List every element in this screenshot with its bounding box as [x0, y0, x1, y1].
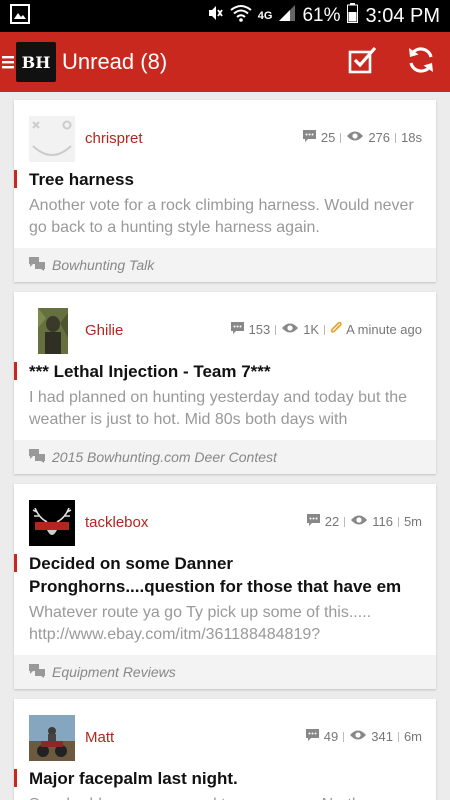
avatar[interactable]: [29, 500, 75, 546]
thread-stats: 22 116 5m: [306, 513, 422, 530]
forum-icon: [28, 256, 46, 274]
page-title: Unread (8): [62, 49, 168, 74]
avatar[interactable]: [38, 308, 68, 354]
views-icon: [281, 322, 299, 337]
replies-icon: [306, 513, 321, 530]
views-icon: [346, 130, 364, 145]
attachment-icon: [330, 321, 342, 338]
views-icon: [349, 729, 367, 744]
refresh-icon: [406, 45, 436, 80]
replies-icon: [305, 728, 320, 745]
thread-card[interactable]: Ghilie 153 1K A minute ago *** Lethal In…: [14, 292, 436, 474]
app-logo[interactable]: BH: [16, 42, 56, 82]
forum-name: 2015 Bowhunting.com Deer Contest: [52, 449, 277, 465]
reply-count: 25: [320, 130, 336, 145]
author-name[interactable]: tacklebox: [85, 514, 148, 531]
network-type: 4G: [257, 10, 273, 22]
wifi-icon: [230, 4, 252, 28]
reply-count: 22: [324, 514, 340, 529]
thread-stats: 153 1K A minute ago: [230, 321, 422, 338]
author-name[interactable]: Matt: [85, 729, 114, 746]
reply-count: 153: [248, 322, 271, 337]
thread-title[interactable]: *** Lethal Injection - Team 7***: [14, 360, 436, 383]
thread-title[interactable]: Tree harness: [14, 168, 436, 191]
author-name[interactable]: Ghilie: [85, 322, 123, 339]
checkbox-check-icon: [348, 45, 378, 80]
replies-icon: [230, 321, 245, 338]
thread-title-text: Decided on some Danner Pronghorns....que…: [29, 554, 402, 596]
forum-name: Bowhunting Talk: [52, 257, 155, 273]
app-bar: BH Unread (8): [0, 32, 450, 92]
view-count: 116: [372, 514, 393, 529]
menu-icon[interactable]: [0, 32, 14, 92]
thread-title-text: *** Lethal Injection - Team 7***: [29, 362, 271, 381]
avatar[interactable]: [29, 116, 75, 162]
thread-time: 5m: [403, 514, 422, 529]
forum-name: Equipment Reviews: [52, 664, 176, 680]
thread-time: A minute ago: [346, 322, 422, 337]
thread-stats: 25 276 18s: [302, 129, 422, 146]
mark-all-read-button[interactable]: [334, 32, 392, 92]
thread-preview: Another vote for a rock climbing harness…: [29, 197, 414, 236]
signal-icon: [278, 4, 296, 28]
thread-title[interactable]: Major facepalm last night.: [14, 767, 436, 790]
thread-time: 6m: [403, 729, 422, 744]
thread-card[interactable]: chrispret 25 276 18s Tree harness Anothe…: [14, 100, 436, 282]
battery-icon: [346, 3, 358, 29]
view-count: 1K: [303, 322, 320, 337]
thread-stats: 49 341 6m: [305, 728, 422, 745]
thread-card[interactable]: tacklebox 22 116 5m Decided on some Dann…: [14, 484, 436, 689]
views-icon: [350, 514, 368, 529]
forum-footer[interactable]: Equipment Reviews: [14, 655, 436, 689]
avatar[interactable]: [29, 715, 75, 761]
view-count: 341: [371, 729, 393, 744]
mute-icon: [206, 4, 224, 28]
status-bar: 4G 61% 3:04 PM: [0, 0, 450, 32]
gallery-notification-icon: [10, 3, 30, 29]
clock: 3:04 PM: [365, 4, 440, 27]
thread-preview: I had planned on hunting yesterday and t…: [29, 389, 408, 428]
thread-time: 18s: [401, 130, 422, 145]
thread-preview: Whatever route ya go Ty pick up some of …: [29, 604, 372, 643]
thread-card[interactable]: Matt 49 341 6m Major facepalm last night…: [14, 699, 436, 800]
view-count: 276: [368, 130, 391, 145]
thread-title[interactable]: Decided on some Danner Pronghorns....que…: [14, 552, 436, 598]
reply-count: 49: [323, 729, 339, 744]
battery-level: 61%: [302, 5, 341, 26]
forum-icon: [28, 663, 46, 681]
thread-feed[interactable]: chrispret 25 276 18s Tree harness Anothe…: [0, 92, 450, 800]
refresh-button[interactable]: [392, 32, 450, 92]
forum-footer[interactable]: 2015 Bowhunting.com Deer Contest: [14, 440, 436, 474]
forum-footer[interactable]: Bowhunting Talk: [14, 248, 436, 282]
replies-icon: [302, 129, 317, 146]
thread-preview: So a buddy was supposed to come over. No…: [14, 790, 436, 800]
thread-title-text: Major facepalm last night.: [29, 769, 238, 788]
author-name[interactable]: chrispret: [85, 130, 143, 147]
thread-title-text: Tree harness: [29, 170, 134, 189]
forum-icon: [28, 448, 46, 466]
